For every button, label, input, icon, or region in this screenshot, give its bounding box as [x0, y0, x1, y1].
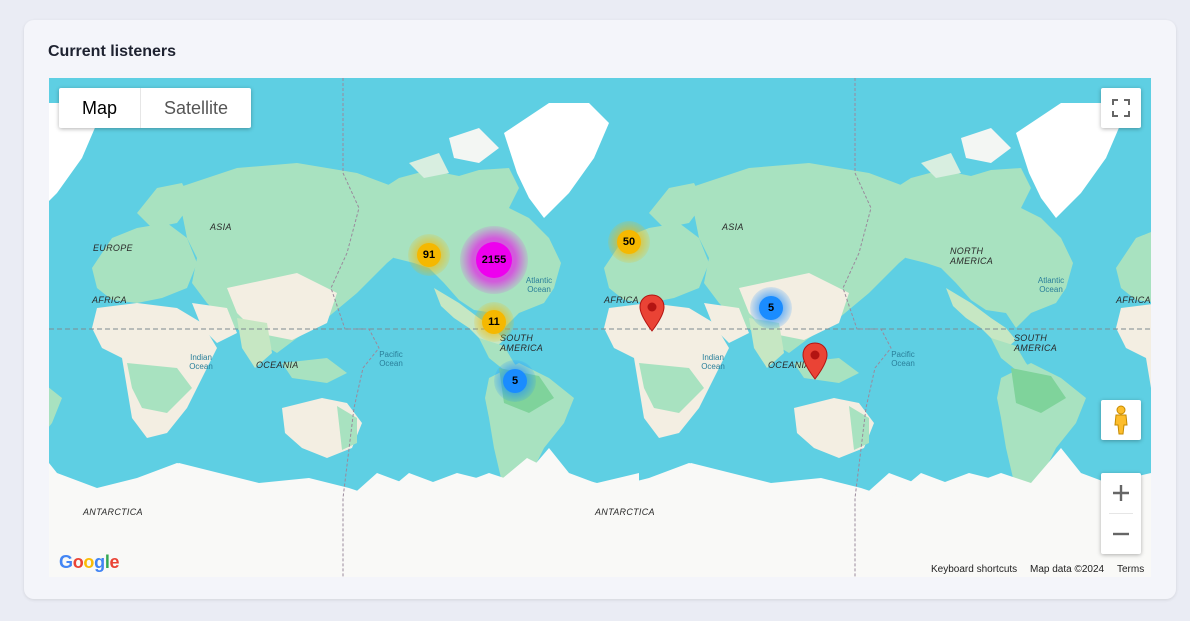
label-north-america: NORTH AMERICA	[950, 246, 994, 266]
label-pacific-ocean: Pacific Ocean	[379, 350, 403, 368]
cluster-marker[interactable]: 5	[750, 287, 792, 329]
cluster-marker[interactable]: 91	[408, 234, 450, 276]
zoom-out-icon	[1113, 532, 1129, 536]
fullscreen-button[interactable]	[1101, 88, 1141, 128]
zoom-in-button[interactable]	[1101, 473, 1141, 513]
label-oceania: OCEANIA	[256, 360, 299, 370]
map-tiles[interactable]	[49, 78, 1151, 577]
location-pin-icon[interactable]	[639, 294, 665, 332]
world-map[interactable]: Map Satellite EUROPE ASIA ASIA AFRICA AF…	[49, 78, 1151, 577]
street-view-button[interactable]	[1101, 400, 1141, 440]
cluster-marker[interactable]: 11	[474, 302, 514, 342]
label-atlantic-ocean: Atlantic Ocean	[525, 276, 553, 294]
label-south-america: SOUTH AMERICA	[1014, 333, 1058, 353]
keyboard-shortcuts-link[interactable]: Keyboard shortcuts	[931, 564, 1017, 575]
map-data-attribution: Map data ©2024	[1030, 564, 1105, 575]
cluster-count: 91	[417, 243, 441, 267]
card-title: Current listeners	[48, 43, 177, 60]
pegman-icon	[1114, 405, 1128, 435]
label-antarctica: ANTARCTICA	[83, 507, 143, 517]
label-indian-ocean: Indian Ocean	[701, 353, 725, 371]
label-asia: ASIA	[210, 222, 232, 232]
location-pin-icon[interactable]	[802, 342, 828, 380]
label-indian-ocean: Indian Ocean	[189, 353, 213, 371]
fullscreen-icon	[1112, 99, 1130, 117]
label-pacific-ocean: Pacific Ocean	[891, 350, 915, 368]
label-europe: EUROPE	[93, 243, 133, 253]
label-africa: AFRICA	[1116, 295, 1151, 305]
map-type-satellite-button[interactable]: Satellite	[140, 88, 251, 128]
map-type-control: Map Satellite	[59, 88, 252, 128]
zoom-in-icon	[1113, 485, 1129, 501]
label-africa: AFRICA	[92, 295, 127, 305]
label-africa: AFRICA	[604, 295, 639, 305]
cluster-marker[interactable]: 2155	[460, 226, 528, 294]
listeners-card: Current listeners Map Satellite EUROPE A…	[24, 20, 1176, 599]
cluster-marker[interactable]: 5	[494, 360, 536, 402]
cluster-count: 2155	[476, 242, 512, 278]
label-asia: ASIA	[722, 222, 744, 232]
cluster-marker[interactable]: 50	[608, 221, 650, 263]
map-type-map-button[interactable]: Map	[59, 88, 140, 128]
cluster-count: 50	[617, 230, 641, 254]
google-logo: Google	[59, 552, 120, 572]
cluster-count: 5	[759, 296, 783, 320]
cluster-count: 11	[482, 310, 506, 334]
label-atlantic-ocean: Atlantic Ocean	[1037, 276, 1065, 294]
terms-link[interactable]: Terms	[1117, 564, 1144, 575]
zoom-control	[1101, 473, 1141, 554]
label-antarctica: ANTARCTICA	[595, 507, 655, 517]
zoom-out-button[interactable]	[1101, 514, 1141, 554]
cluster-count: 5	[503, 369, 527, 393]
